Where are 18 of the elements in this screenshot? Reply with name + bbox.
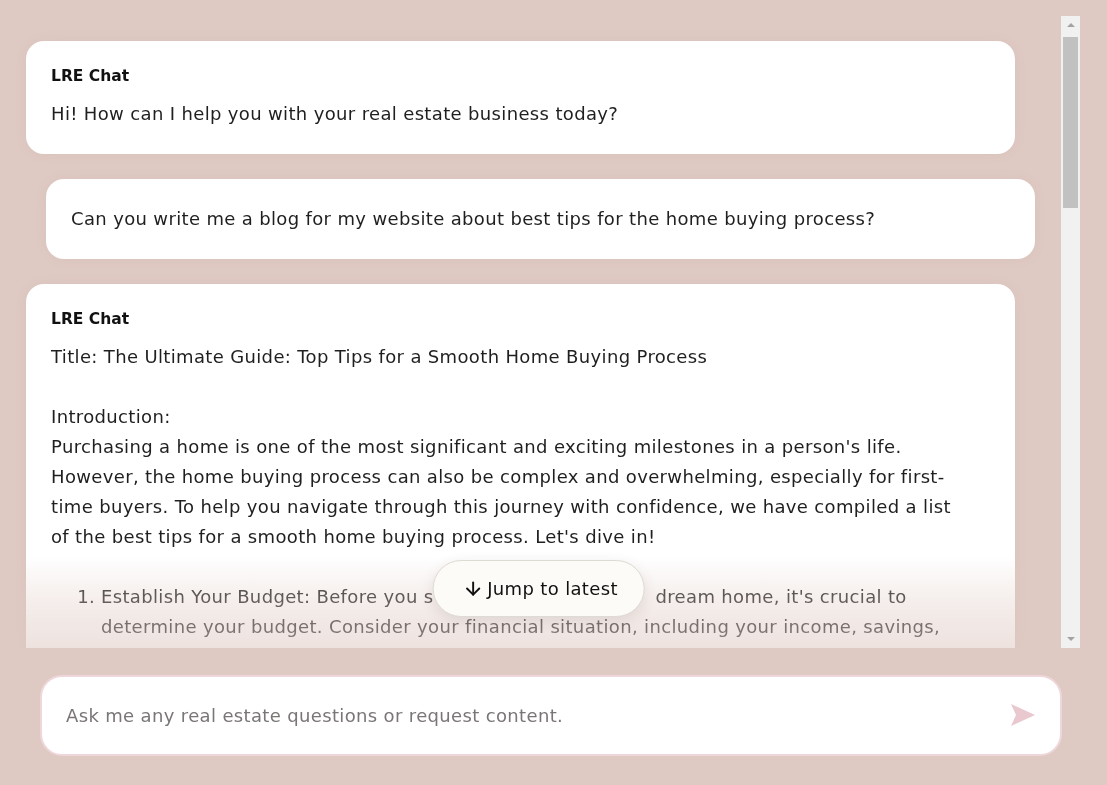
- send-button[interactable]: [1011, 704, 1035, 726]
- list-item-text: dream home, it's crucial to: [655, 585, 907, 609]
- scrollbar-thumb[interactable]: [1063, 37, 1078, 208]
- message-text: Can you write me a blog for my website about best tips for the home buying process?: [71, 207, 877, 231]
- jump-to-latest-button[interactable]: Jump to latest: [432, 560, 645, 617]
- list-number: 1.: [76, 585, 96, 609]
- scrollbar[interactable]: [1061, 16, 1080, 648]
- sender-name: LRE Chat: [51, 66, 131, 87]
- message-text: Introduction: Purchasing a home is one of the most significant and exciting milestones in a person's life. However, the home buying process can also be complex and overwhelming, especially for first-time buyers. To help you navigate through this journey with confidence, we have compiled a list of the best tips for a smooth home buying process. Let's dive in!: [51, 405, 952, 549]
- message-input[interactable]: Ask me any real estate questions or request content.: [40, 675, 1062, 756]
- message-text: Title: The Ultimate Guide: Top Tips for a Smooth Home Buying Process: [51, 345, 709, 369]
- list-item-text: determine your budget. Consider your financial situation, including your income, savings,: [101, 615, 941, 639]
- scroll-up-arrow-icon[interactable]: [1066, 23, 1075, 27]
- sender-name: LRE Chat: [51, 309, 131, 330]
- scroll-down-arrow-icon[interactable]: [1066, 637, 1075, 641]
- message-text: Hi! How can I help you with your real estate business today?: [51, 102, 620, 126]
- list-item-text: Establish Your Budget: Before you s: [101, 585, 434, 609]
- send-icon: [1011, 704, 1035, 726]
